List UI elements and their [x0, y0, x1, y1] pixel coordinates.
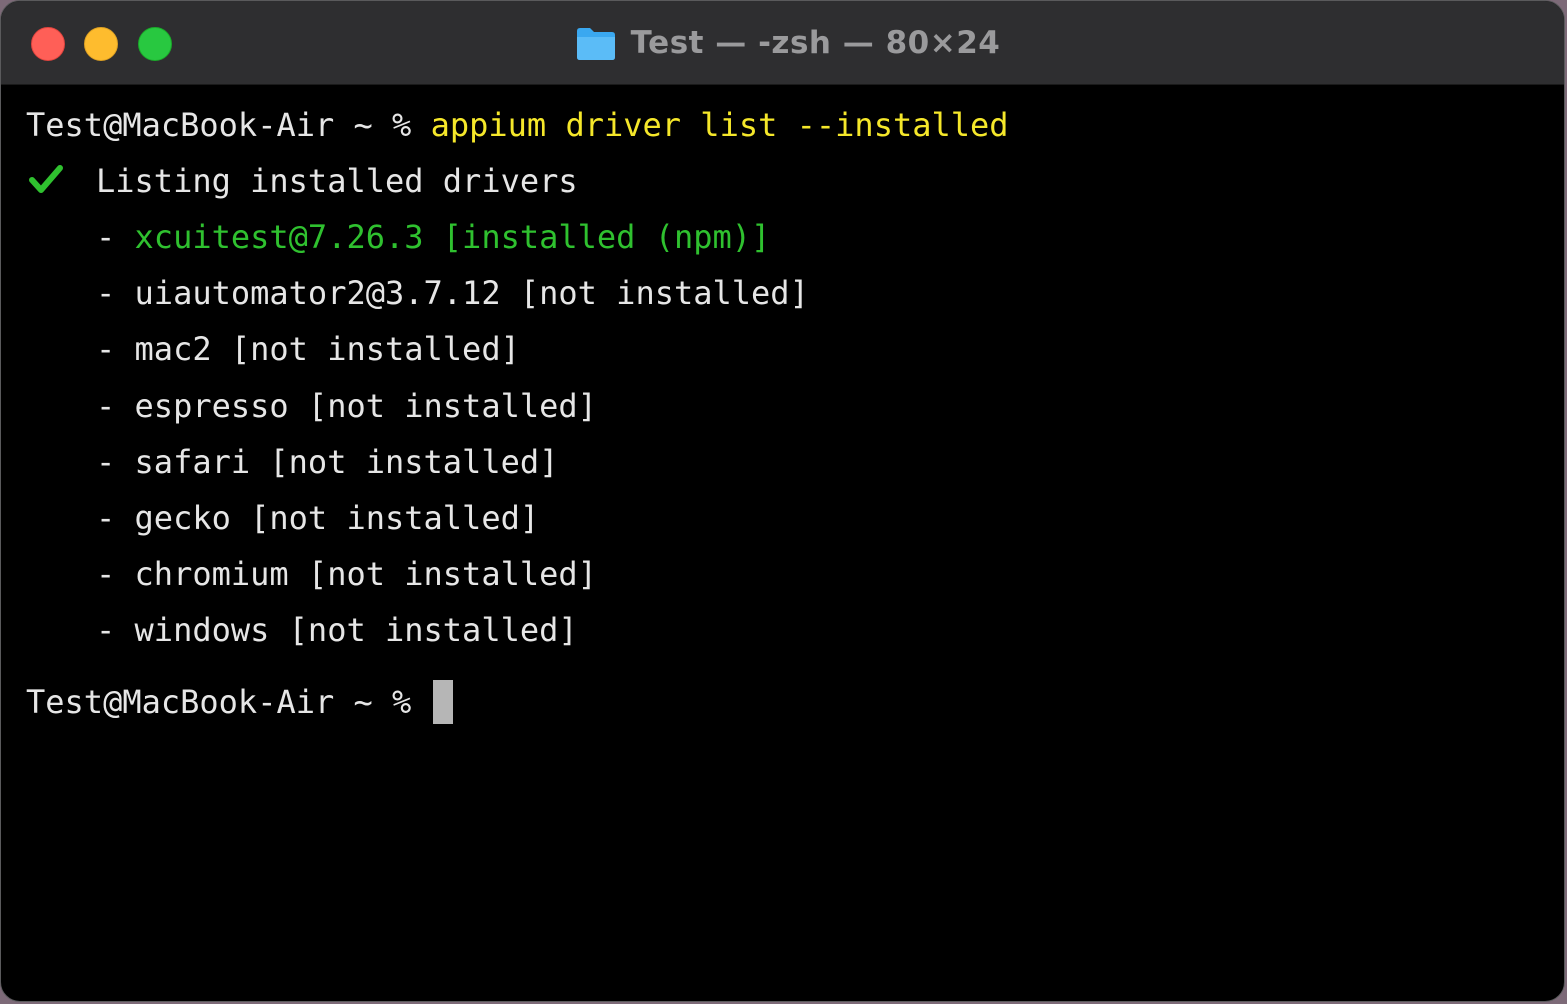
driver-list-item: - mac2 [not installed] [96, 329, 520, 369]
driver-list-item: - xcuitest@7.26.3 [installed (npm)] [96, 217, 770, 257]
list-bullet: - [96, 274, 135, 313]
command-line: Test@MacBook-Air ~ % appium driver list … [26, 105, 1009, 145]
command-text: appium driver list --installed [430, 106, 1009, 144]
checkmark-icon [26, 161, 96, 201]
driver-list-item: - windows [not installed] [96, 610, 578, 650]
list-bullet: - [96, 218, 135, 256]
driver-list-item: - safari [not installed] [96, 442, 558, 482]
driver-text: espresso [not installed] [134, 386, 597, 425]
prompt-line[interactable]: Test@MacBook-Air ~ % [26, 680, 453, 724]
list-bullet: - [96, 555, 135, 594]
list-bullet: - [96, 499, 135, 537]
list-bullet: - [96, 611, 135, 650]
title-area: Test — -zsh — 80×24 [1, 1, 1564, 85]
list-bullet: - [96, 386, 135, 425]
list-bullet: - [96, 330, 135, 369]
driver-text: windows [not installed] [134, 611, 578, 650]
text-cursor [432, 680, 453, 724]
prompt: Test@MacBook-Air ~ % [26, 683, 431, 721]
driver-installed-text: xcuitest@7.26.3 [installed (npm)] [134, 218, 771, 256]
driver-list-item: - espresso [not installed] [96, 386, 597, 426]
terminal-window: Test — -zsh — 80×24 Test@MacBook-Air ~ %… [0, 0, 1565, 1002]
driver-text: gecko [not installed] [134, 499, 540, 537]
driver-list-item: - gecko [not installed] [96, 498, 539, 538]
window-title: Test — -zsh — 80×24 [630, 25, 1001, 61]
driver-text: safari [not installed] [134, 442, 559, 481]
folder-icon [575, 25, 617, 61]
status-text: Listing installed drivers [96, 162, 578, 200]
driver-list-item: - uiautomator2@3.7.12 [not installed] [96, 273, 809, 313]
driver-list-item: - chromium [not installed] [96, 554, 597, 594]
status-line: Listing installed drivers [26, 161, 578, 201]
terminal-content[interactable]: Test@MacBook-Air ~ % appium driver list … [1, 85, 1564, 1001]
driver-text: chromium [not installed] [134, 555, 597, 594]
title-bar[interactable]: Test — -zsh — 80×24 [1, 1, 1564, 85]
prompt: Test@MacBook-Air ~ % [26, 106, 431, 144]
driver-text: uiautomator2@3.7.12 [not installed] [134, 274, 809, 313]
driver-text: mac2 [not installed] [134, 330, 520, 369]
list-bullet: - [96, 442, 135, 481]
